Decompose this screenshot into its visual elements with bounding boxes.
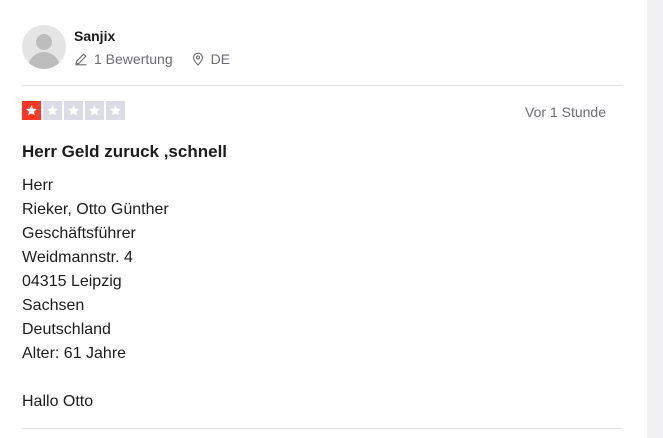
star-icon — [68, 105, 79, 116]
star-icon — [47, 105, 58, 116]
star-icon — [26, 105, 37, 116]
reviewer-country: DE — [210, 51, 231, 67]
review-date: Vor 1 Stunde — [525, 104, 606, 120]
review-title[interactable]: Herr Geld zuruck ,schnell — [22, 141, 227, 163]
pencil-icon — [74, 52, 88, 66]
star-3 — [64, 101, 83, 120]
reviewer-meta: 1 Bewertung DE — [74, 50, 230, 68]
star-4 — [85, 101, 104, 120]
page-background-strip — [647, 0, 663, 438]
review-body-line: Weidmannstr. 4 — [22, 249, 133, 266]
star-rating — [22, 101, 127, 120]
review-body-line: Rieker, Otto Günther — [22, 201, 169, 218]
review-body: Herr Rieker, Otto Günther Geschäftsführe… — [22, 174, 169, 414]
page: Sanjix 1 Bewertung DE Vor 1 Stunde Herr … — [0, 0, 663, 438]
reviews-count: 1 Bewertung — [94, 51, 173, 67]
review-body-line: Herr — [22, 177, 54, 194]
divider — [22, 428, 622, 429]
star-1 — [22, 101, 41, 120]
star-icon — [110, 105, 121, 116]
avatar-body-shape — [28, 52, 60, 69]
review-body-line: 04315 Leipzig — [22, 273, 122, 290]
review-body-line — [22, 366, 169, 390]
review-body-line: Geschäftsführer — [22, 225, 136, 242]
avatar-head-shape — [36, 34, 52, 50]
star-2 — [43, 101, 62, 120]
avatar[interactable] — [22, 25, 66, 69]
review-body-line: Deutschland — [22, 321, 111, 338]
review-card: Sanjix 1 Bewertung DE Vor 1 Stunde Herr … — [0, 0, 647, 438]
reviewer-info: Sanjix 1 Bewertung DE — [74, 26, 230, 68]
star-icon — [89, 105, 100, 116]
reviewer-name[interactable]: Sanjix — [74, 27, 230, 45]
review-body-line: Sachsen — [22, 297, 85, 314]
location-pin-icon — [191, 52, 205, 66]
review-body-line: Hallo Otto — [22, 393, 94, 410]
reviewer-header: Sanjix 1 Bewertung DE — [22, 25, 230, 69]
review-body-line: Alter: 61 Jahre — [22, 345, 127, 362]
divider — [22, 85, 622, 86]
star-5 — [106, 101, 125, 120]
